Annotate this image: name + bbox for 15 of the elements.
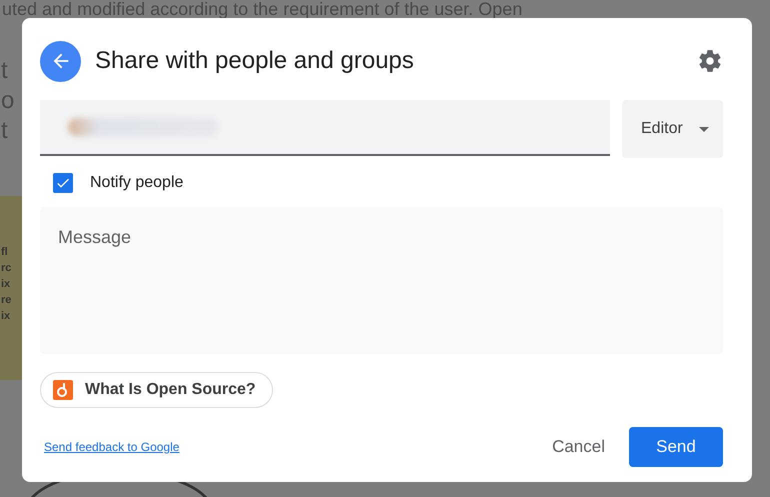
feedback-link[interactable]: Send feedback to Google: [44, 440, 180, 454]
message-field[interactable]: Message: [40, 207, 723, 354]
recipients-field[interactable]: [40, 100, 610, 156]
attachment-chip[interactable]: What Is Open Source?: [40, 372, 273, 408]
caret-icon: [699, 126, 709, 132]
role-dropdown[interactable]: Editor: [622, 100, 723, 158]
background-note: fl rc ix re ix: [0, 196, 22, 380]
cancel-button[interactable]: Cancel: [546, 429, 611, 465]
send-button[interactable]: Send: [629, 427, 723, 467]
notify-label: Notify people: [90, 174, 184, 192]
back-button[interactable]: [40, 40, 81, 82]
document-icon: [53, 380, 73, 400]
notify-checkbox[interactable]: [53, 173, 73, 193]
settings-icon[interactable]: [697, 48, 723, 74]
dialog-title: Share with people and groups: [95, 47, 415, 75]
